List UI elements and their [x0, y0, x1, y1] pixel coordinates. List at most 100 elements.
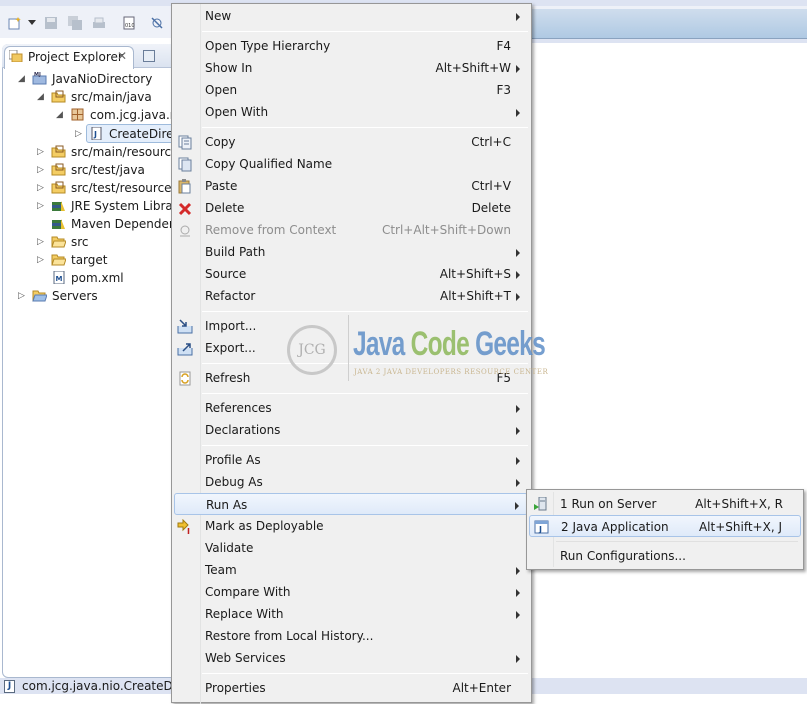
- menu-item-validate[interactable]: Validate: [172, 537, 530, 559]
- close-icon[interactable]: ✕: [117, 49, 127, 63]
- submenu-item-run-on-server[interactable]: 1 Run on Server Alt+Shift+X, R: [529, 493, 801, 515]
- menu-separator: [202, 393, 528, 394]
- menu-shortcut: Delete: [471, 201, 511, 215]
- menu-item-source[interactable]: Source Alt+Shift+S: [172, 263, 530, 285]
- collapsed-arrow-icon[interactable]: ▷: [18, 287, 25, 305]
- java-file-icon: J: [91, 127, 102, 140]
- menu-item-declarations[interactable]: Declarations: [172, 419, 530, 441]
- menu-item-copy-qualified-name[interactable]: Copy Qualified Name: [172, 153, 530, 175]
- menu-item-refresh[interactable]: Refresh F5: [172, 367, 530, 389]
- menu-item-build-path[interactable]: Build Path: [172, 241, 530, 263]
- menu-item-open-type-hierarchy[interactable]: Open Type Hierarchy F4: [172, 35, 530, 57]
- save-icon[interactable]: [44, 16, 58, 30]
- menu-item-web-services[interactable]: Web Services: [172, 647, 530, 669]
- tree-item-label: Servers: [52, 289, 98, 303]
- collapsed-arrow-icon[interactable]: ▷: [37, 143, 44, 161]
- menu-label: Remove from Context: [205, 223, 337, 237]
- menu-shortcut: Alt+Shift+X, J: [698, 520, 782, 534]
- menu-item-replace-with[interactable]: Replace With: [172, 603, 530, 625]
- svg-text:M: M: [56, 275, 63, 283]
- collapsed-arrow-icon[interactable]: ▷: [37, 197, 44, 215]
- menu-label: Refactor: [205, 289, 256, 303]
- tree-item-label: src/main/java: [71, 90, 152, 104]
- menu-item-new[interactable]: New: [172, 5, 530, 27]
- menu-item-references[interactable]: References: [172, 397, 530, 419]
- library-icon: [52, 219, 65, 229]
- menu-shortcut: Alt+Shift+X, R: [695, 497, 783, 511]
- collapsed-arrow-icon[interactable]: ▷: [37, 233, 44, 251]
- menu-item-profile-as[interactable]: Profile As: [172, 449, 530, 471]
- collapsed-arrow-icon[interactable]: ▷: [37, 161, 44, 179]
- menu-label: References: [205, 401, 272, 415]
- expanded-arrow-icon[interactable]: ◢: [37, 88, 44, 106]
- submenu-arrow-icon: [516, 427, 520, 435]
- tree-item-label: JavaNioDirectory: [52, 72, 153, 86]
- tree-item-label: src/main/resource: [71, 145, 179, 159]
- menu-item-paste[interactable]: Paste Ctrl+V: [172, 175, 530, 197]
- print-icon[interactable]: [92, 16, 106, 30]
- binary-icon[interactable]: 010: [122, 16, 136, 30]
- submenu-arrow-icon: [516, 611, 520, 619]
- collapsed-arrow-icon[interactable]: ▷: [37, 251, 44, 269]
- menu-label: Paste: [205, 179, 238, 193]
- menu-label: Replace With: [205, 607, 284, 621]
- menu-label: Properties: [205, 681, 266, 695]
- menu-label: Refresh: [205, 371, 251, 385]
- menu-item-team[interactable]: Team: [172, 559, 530, 581]
- menu-label: Import...: [205, 319, 257, 333]
- submenu-arrow-icon: [516, 293, 520, 301]
- menu-label: Team: [205, 563, 237, 577]
- collapsed-arrow-icon[interactable]: ▷: [37, 179, 44, 197]
- java-application-icon: J: [534, 520, 549, 534]
- save-all-icon[interactable]: [68, 16, 82, 30]
- menu-item-restore-local-history[interactable]: Restore from Local History...: [172, 625, 530, 647]
- submenu-arrow-icon: [516, 65, 520, 73]
- submenu-item-run-configurations[interactable]: Run Configurations...: [529, 545, 801, 567]
- new-wizard-icon[interactable]: [8, 16, 22, 30]
- import-icon: [177, 319, 193, 334]
- expanded-arrow-icon[interactable]: ◢: [56, 106, 63, 124]
- menu-item-run-as[interactable]: Run As: [174, 493, 528, 515]
- remove-context-icon: [180, 225, 190, 237]
- menu-label: Show In: [205, 61, 253, 75]
- menu-shortcut: Alt+Shift+W: [435, 61, 512, 75]
- menu-label: Run Configurations...: [560, 549, 686, 563]
- tree-item-label: pom.xml: [71, 271, 124, 285]
- new-dropdown-icon[interactable]: [28, 20, 36, 25]
- menu-item-delete[interactable]: Delete Delete: [172, 197, 530, 219]
- menu-item-copy[interactable]: Copy Ctrl+C: [172, 131, 530, 153]
- submenu-item-java-application[interactable]: J 2 Java Application Alt+Shift+X, J: [529, 515, 801, 537]
- menu-item-open[interactable]: Open F3: [172, 79, 530, 101]
- menu-item-properties[interactable]: Properties Alt+Enter: [172, 677, 530, 699]
- menu-item-show-in[interactable]: Show In Alt+Shift+W: [172, 57, 530, 79]
- submenu-arrow-icon: [516, 457, 520, 465]
- menu-item-export[interactable]: Export...: [172, 337, 530, 359]
- java-file-icon: J: [4, 680, 15, 693]
- project-explorer-tab-label: Project Explorer: [28, 50, 123, 64]
- menu-item-remove-from-context[interactable]: Remove from Context Ctrl+Alt+Shift+Down: [172, 219, 530, 241]
- delete-icon: [178, 202, 192, 216]
- menu-item-refactor[interactable]: Refactor Alt+Shift+T: [172, 285, 530, 307]
- collapse-all-icon[interactable]: [143, 50, 155, 62]
- menu-label: Export...: [205, 341, 256, 355]
- maven-project-icon: MJ: [32, 72, 47, 85]
- menu-item-compare-with[interactable]: Compare With: [172, 581, 530, 603]
- menu-label: Restore from Local History...: [205, 629, 374, 643]
- tree-item-label: src/test/resources: [71, 181, 178, 195]
- menu-label: Profile As: [205, 453, 261, 467]
- menu-item-open-with[interactable]: Open With: [172, 101, 530, 123]
- menu-item-debug-as[interactable]: Debug As: [172, 471, 530, 493]
- menu-label: Mark as Deployable: [205, 519, 324, 533]
- menu-separator: [202, 31, 528, 32]
- skip-breakpoints-icon[interactable]: [150, 16, 164, 30]
- editor-area-header: [531, 9, 807, 39]
- menu-item-import[interactable]: Import...: [172, 315, 530, 337]
- menu-label: 1 Run on Server: [560, 497, 657, 511]
- menu-item-mark-as-deployable[interactable]: J Mark as Deployable: [172, 515, 530, 537]
- menu-separator: [202, 673, 528, 674]
- collapsed-arrow-icon[interactable]: ▷: [75, 125, 82, 143]
- expanded-arrow-icon[interactable]: ◢: [18, 70, 25, 88]
- menu-label: Compare With: [205, 585, 291, 599]
- submenu-arrow-icon: [516, 405, 520, 413]
- menu-label: Copy Qualified Name: [205, 157, 333, 171]
